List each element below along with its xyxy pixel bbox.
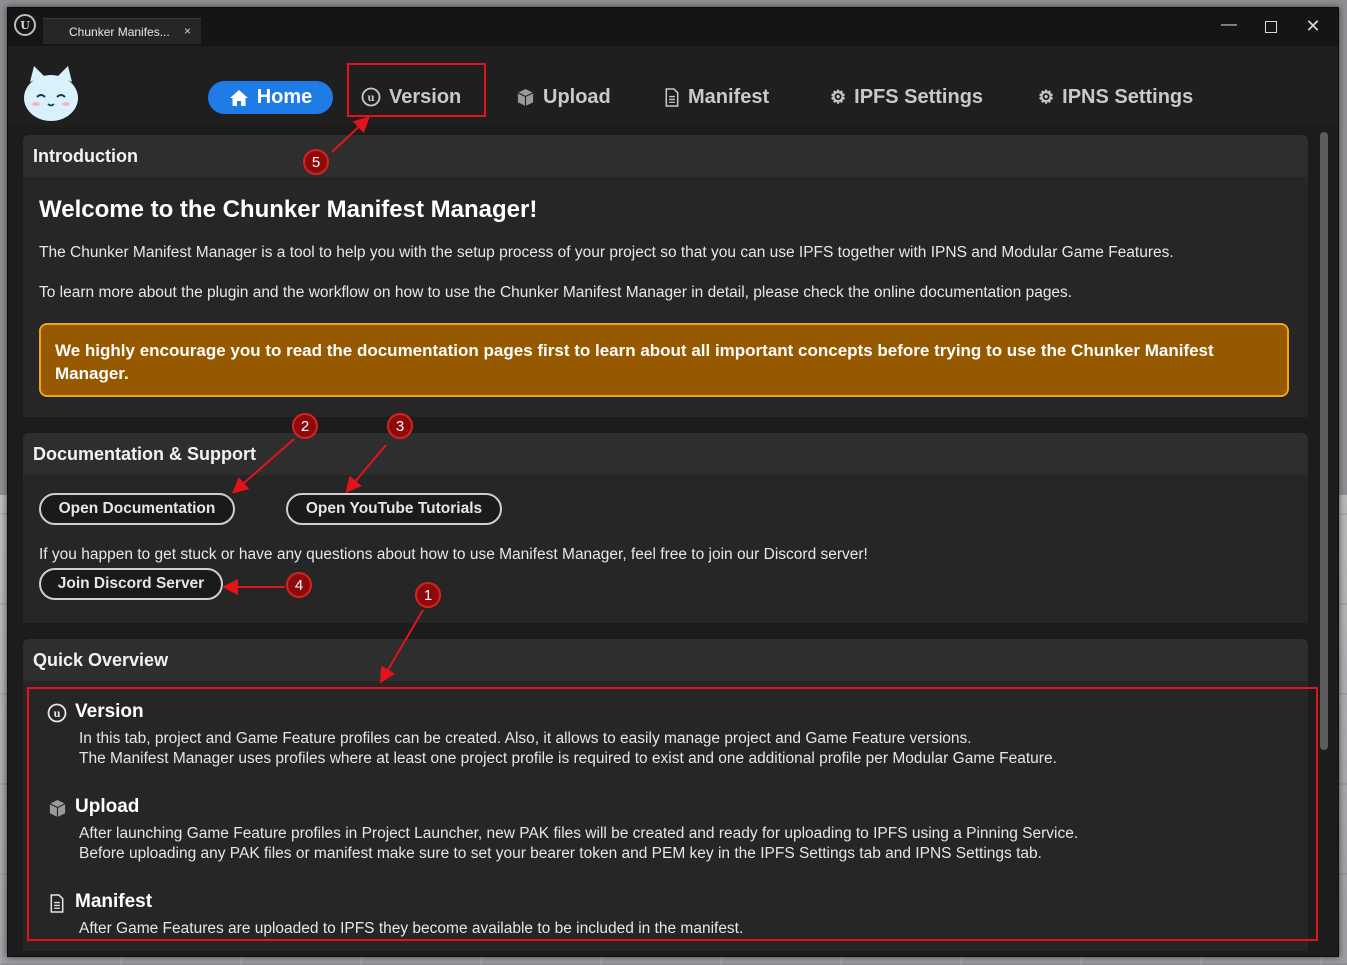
- discord-help-text: If you happen to get stuck or have any q…: [39, 546, 868, 563]
- tab-upload-label: Upload: [543, 85, 611, 108]
- open-youtube-tutorials-button[interactable]: Open YouTube Tutorials: [286, 493, 502, 525]
- document-icon: [664, 87, 680, 107]
- gear-icon: ⚙: [830, 86, 847, 107]
- cat-mascot-icon: [24, 66, 78, 121]
- home-icon: [229, 89, 249, 107]
- annotation-highlight-version-tab: [347, 63, 486, 117]
- unreal-logo-icon: U: [14, 14, 36, 36]
- introduction-body: Welcome to the Chunker Manifest Manager!…: [23, 177, 1308, 417]
- documentation-warning: We highly encourage you to read the docu…: [39, 323, 1289, 397]
- vertical-scrollbar[interactable]: [1320, 132, 1328, 750]
- document-tab[interactable]: Chunker Manifes... ×: [43, 18, 201, 44]
- tab-home[interactable]: Home: [208, 81, 333, 114]
- annotation-badge-5: 5: [303, 149, 329, 175]
- tab-close-icon[interactable]: ×: [184, 24, 191, 38]
- tab-upload[interactable]: Upload: [516, 80, 611, 114]
- title-bar: U Chunker Manifes... × — ✕: [8, 8, 1338, 46]
- open-documentation-button[interactable]: Open Documentation: [39, 493, 235, 525]
- gear-icon: ⚙: [1038, 86, 1055, 107]
- annotation-badge-3: 3: [387, 413, 413, 439]
- tab-ipns-settings[interactable]: ⚙ IPNS Settings: [1038, 80, 1193, 114]
- documentation-support-header: Documentation & Support: [23, 433, 1308, 475]
- introduction-header: Introduction: [23, 135, 1308, 177]
- intro-paragraph-1: The Chunker Manifest Manager is a tool t…: [39, 244, 1174, 261]
- annotation-highlight-quick-overview: [27, 687, 1318, 941]
- tab-home-label: Home: [256, 86, 313, 108]
- documentation-support-body: Open Documentation Open YouTube Tutorial…: [23, 475, 1308, 623]
- quick-overview-header: Quick Overview: [23, 639, 1308, 681]
- cube-icon: [516, 88, 535, 107]
- minimize-button[interactable]: —: [1214, 16, 1244, 38]
- intro-paragraph-2: To learn more about the plugin and the w…: [39, 284, 1073, 301]
- tab-ipns-settings-label: IPNS Settings: [1062, 85, 1194, 108]
- annotation-badge-1: 1: [415, 582, 441, 608]
- top-navigation: Home u Version Upload Manifest ⚙ IPFS Se…: [8, 46, 1338, 126]
- document-tab-label: Chunker Manifes...: [69, 25, 170, 39]
- maximize-button[interactable]: [1256, 16, 1286, 38]
- tab-manifest[interactable]: Manifest: [664, 80, 769, 114]
- welcome-title: Welcome to the Chunker Manifest Manager!: [39, 196, 538, 223]
- join-discord-server-button[interactable]: Join Discord Server: [39, 568, 223, 600]
- close-window-button[interactable]: ✕: [1298, 16, 1328, 38]
- tab-ipfs-settings[interactable]: ⚙ IPFS Settings: [830, 80, 983, 114]
- tab-manifest-label: Manifest: [688, 85, 770, 108]
- annotation-badge-4: 4: [286, 572, 312, 598]
- annotation-badge-2: 2: [292, 413, 318, 439]
- tab-ipfs-settings-label: IPFS Settings: [854, 85, 984, 108]
- maximize-icon: [1265, 21, 1277, 33]
